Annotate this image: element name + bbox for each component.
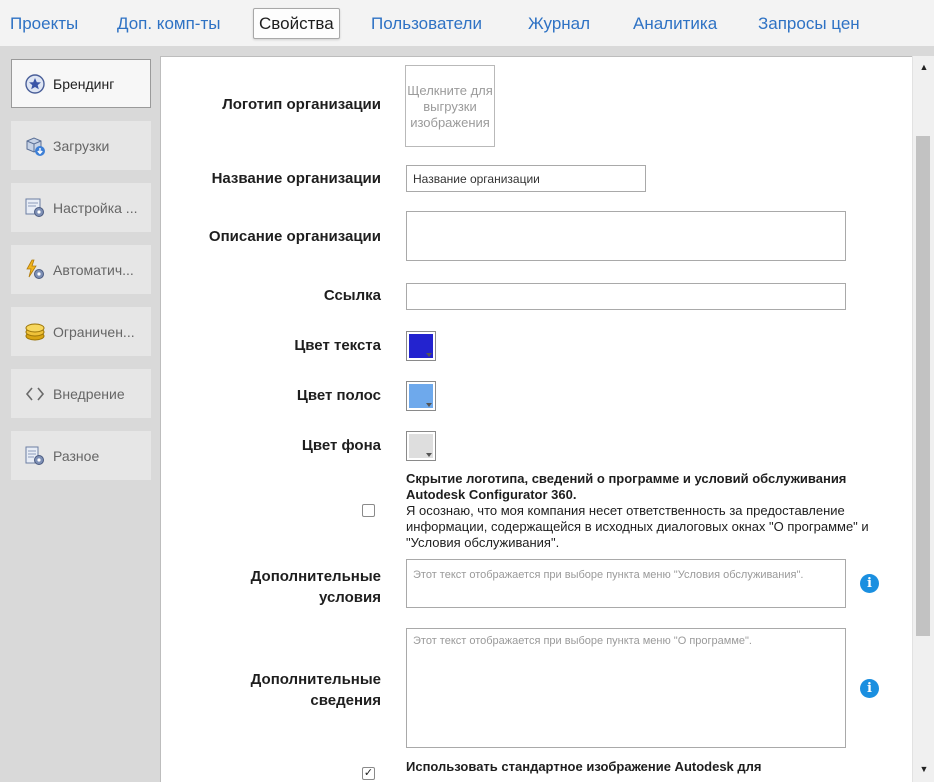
org-desc-textarea[interactable] <box>406 211 846 261</box>
hide-branding-checkbox[interactable] <box>362 504 375 517</box>
org-name-input[interactable] <box>406 165 646 192</box>
automation-icon <box>24 259 46 281</box>
bg-color-picker[interactable] <box>406 431 436 461</box>
sidebar-item-label: Загрузки <box>53 137 110 154</box>
scroll-thumb[interactable] <box>916 136 930 636</box>
sidebar-item-automation[interactable]: Автоматич... <box>11 245 151 294</box>
stripe-color-swatch <box>409 384 433 408</box>
extra-terms-label: Дополнительные условия <box>180 566 381 608</box>
dropdown-arrow-icon <box>426 453 432 457</box>
scroll-up-arrow-icon[interactable]: ▲ <box>913 58 934 76</box>
hide-branding-text: Скрытие логотипа, сведений о программе и… <box>406 471 906 551</box>
sidebar-item-downloads[interactable]: Загрузки <box>11 121 151 170</box>
text-color-picker[interactable] <box>406 331 436 361</box>
sidebar-item-embed[interactable]: Внедрение <box>11 369 151 418</box>
vertical-scrollbar[interactable]: ▲ ▼ <box>912 56 934 782</box>
info-icon[interactable]: i <box>860 679 879 698</box>
bg-color-label: Цвет фона <box>301 437 381 454</box>
hide-branding-title: Скрытие логотипа, сведений о программе и… <box>406 471 847 502</box>
sidebar-item-label: Ограничен... <box>53 323 135 340</box>
extra-terms-label-line2: условия <box>319 589 381 606</box>
stripe-color-picker[interactable] <box>406 381 436 411</box>
tab-users[interactable]: Пользователи <box>365 8 488 39</box>
top-tab-bar: Проекты Доп. комп-ты Свойства Пользовате… <box>0 0 934 46</box>
extra-info-label-line2: сведения <box>310 692 381 709</box>
text-color-swatch <box>409 334 433 358</box>
extra-terms-label-line1: Дополнительные <box>250 568 381 585</box>
sidebar-item-settings[interactable]: Настройка ... <box>11 183 151 232</box>
sidebar-item-label: Брендинг <box>53 75 115 92</box>
scroll-down-arrow-icon[interactable]: ▼ <box>913 760 934 778</box>
tab-price-requests[interactable]: Запросы цен <box>752 8 866 39</box>
sidebar: Брендинг Загрузки Настройка ... Автомати… <box>0 46 160 782</box>
logo-label: Логотип организации <box>222 96 381 113</box>
misc-gear-icon <box>24 445 46 467</box>
sidebar-item-label: Внедрение <box>53 385 125 402</box>
sidebar-item-label: Разное <box>53 447 100 464</box>
hide-branding-description: Я осознаю, что моя компания несет ответс… <box>406 503 869 550</box>
extra-info-label: Дополнительные сведения <box>180 669 381 711</box>
dropdown-arrow-icon <box>426 403 432 407</box>
sidebar-item-label: Настройка ... <box>53 199 138 216</box>
sidebar-item-label: Автоматич... <box>53 261 134 278</box>
info-icon[interactable]: i <box>860 574 879 593</box>
stripe-color-label: Цвет полос <box>296 387 381 404</box>
extra-terms-textarea[interactable]: Этот текст отображается при выборе пункт… <box>406 559 846 608</box>
use-default-image-text: Использовать стандартное изображение Aut… <box>406 759 762 774</box>
org-name-label: Название организации <box>211 170 381 187</box>
link-input[interactable] <box>406 283 846 310</box>
download-box-icon <box>24 135 46 157</box>
tab-journal[interactable]: Журнал <box>522 8 596 39</box>
tab-components[interactable]: Доп. комп-ты <box>111 8 226 39</box>
sidebar-item-limits[interactable]: Ограничен... <box>11 307 151 356</box>
sidebar-item-branding[interactable]: Брендинг <box>11 59 151 108</box>
use-default-image-checkbox[interactable]: ✓ <box>362 767 375 780</box>
coins-icon <box>24 321 46 343</box>
extra-info-label-line1: Дополнительные <box>250 671 381 688</box>
bg-color-swatch <box>409 434 433 458</box>
sidebar-item-misc[interactable]: Разное <box>11 431 151 480</box>
text-color-label: Цвет текста <box>294 337 381 354</box>
tab-analytics[interactable]: Аналитика <box>627 8 723 39</box>
star-icon <box>24 73 46 95</box>
tab-projects[interactable]: Проекты <box>4 8 84 39</box>
tab-properties[interactable]: Свойства <box>253 8 340 39</box>
extra-info-textarea[interactable]: Этот текст отображается при выборе пункт… <box>406 628 846 748</box>
link-label: Ссылка <box>323 287 381 304</box>
logo-upload-area[interactable]: Щелкните для выгрузки изображения <box>405 65 495 147</box>
settings-gear-icon <box>24 197 46 219</box>
org-desc-label: Описание организации <box>208 228 381 245</box>
embed-code-icon <box>24 383 46 405</box>
dropdown-arrow-icon <box>426 353 432 357</box>
